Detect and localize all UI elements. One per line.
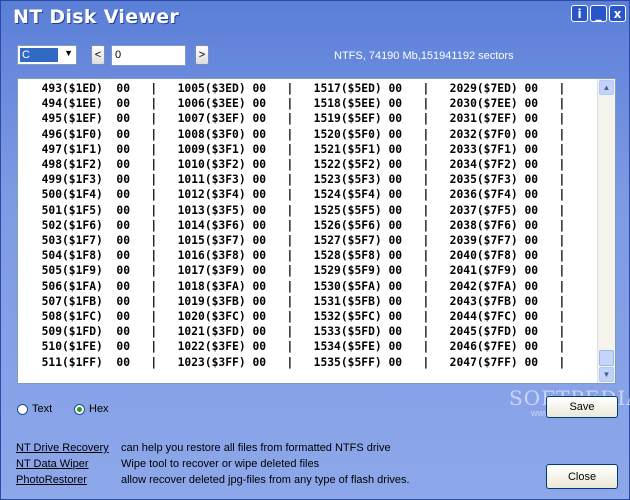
hex-row: 496($1F0) 00 | 1008($3F0) 00 | 1520($5F0… xyxy=(41,127,566,141)
hex-row: 505($1F9) 00 | 1017($3F9) 00 | 1529($5F9… xyxy=(41,264,566,278)
app-window: NT Disk Viewer i _ x C ▼ < 0 > NTFS, 741… xyxy=(0,0,630,500)
disk-info-text: NTFS, 74190 Mb,151941192 sectors xyxy=(334,50,514,62)
hex-row: 508($1FC) 00 | 1020($3FC) 00 | 1532($5FC… xyxy=(41,310,566,324)
text-mode-label: Text xyxy=(32,403,53,415)
scroll-thumb[interactable] xyxy=(599,350,614,366)
hex-row: 504($1F8) 00 | 1016($3F8) 00 | 1528($5F8… xyxy=(41,249,566,263)
text-mode-radio[interactable]: Text xyxy=(17,403,52,415)
link-photorestorer[interactable]: PhotoRestorer xyxy=(16,474,87,486)
hex-mode-label: Hex xyxy=(89,403,109,415)
hex-row: 495($1EF) 00 | 1007($3EF) 00 | 1519($5EF… xyxy=(41,112,566,126)
link-desc-nt-data-wiper: Wipe tool to recover or wipe deleted fil… xyxy=(121,458,320,470)
link-desc-photorestorer: allow recover deleted jpg-files from any… xyxy=(121,474,410,486)
scroll-up-icon[interactable]: ▲ xyxy=(599,80,614,95)
close-button[interactable]: Close xyxy=(546,464,618,489)
hex-viewer[interactable]: 493($1ED) 00 | 1005($3ED) 00 | 1517($5ED… xyxy=(17,78,616,384)
hex-row: 498($1F2) 00 | 1010($3F2) 00 | 1522($5F2… xyxy=(41,158,566,172)
vertical-scrollbar[interactable]: ▲ ▼ xyxy=(597,79,615,383)
hex-row: 511($1FF) 00 | 1023($3FF) 00 | 1535($5FF… xyxy=(28,355,566,369)
info-button[interactable]: i xyxy=(571,5,588,22)
link-nt-data-wiper[interactable]: NT Data Wiper xyxy=(16,458,89,470)
hex-row: 497($1F1) 00 | 1009($3F1) 00 | 1521($5F1… xyxy=(41,142,566,156)
radio-circle-icon xyxy=(17,403,28,415)
hex-row: 493($1ED) 00 | 1005($3ED) 00 | 1517($5ED… xyxy=(41,82,566,95)
hex-row: 499($1F3) 00 | 1011($3F3) 00 | 1523($5F3… xyxy=(41,173,566,187)
chevron-down-icon: ▼ xyxy=(64,48,73,58)
link-nt-drive-recovery[interactable]: NT Drive Recovery xyxy=(16,442,109,454)
window-title: NT Disk Viewer xyxy=(13,6,180,28)
radio-selected-icon xyxy=(74,403,85,415)
sector-input[interactable]: 0 xyxy=(111,45,186,66)
hex-row: 507($1FB) 00 | 1019($3FB) 00 | 1531($5FB… xyxy=(41,294,566,308)
hex-dump: 493($1ED) 00 | 1005($3ED) 00 | 1517($5ED… xyxy=(28,81,566,370)
hex-row: 500($1F4) 00 | 1012($3F4) 00 | 1524($5F4… xyxy=(41,188,566,202)
hex-row: 494($1EE) 00 | 1006($3EE) 00 | 1518($5EE… xyxy=(41,97,566,111)
hex-mode-radio[interactable]: Hex xyxy=(74,403,109,415)
prev-sector-button[interactable]: < xyxy=(91,45,105,65)
minimize-icon: _ xyxy=(595,6,602,21)
drive-select-value: C xyxy=(20,48,58,62)
hex-row: 503($1F7) 00 | 1015($3F7) 00 | 1527($5F7… xyxy=(41,234,566,248)
info-icon: i xyxy=(577,6,582,21)
hex-row: 506($1FA) 00 | 1018($3FA) 00 | 1530($5FA… xyxy=(41,279,566,293)
save-button[interactable]: Save xyxy=(546,396,618,418)
hex-row: 509($1FD) 00 | 1021($3FD) 00 | 1533($5FD… xyxy=(41,325,566,339)
minimize-button[interactable]: _ xyxy=(590,5,607,22)
link-desc-nt-drive-recovery: can help you restore all files from form… xyxy=(121,442,391,454)
hex-row: 502($1F6) 00 | 1014($3F6) 00 | 1526($5F6… xyxy=(41,218,566,232)
hex-row: 510($1FE) 00 | 1022($3FE) 00 | 1534($5FE… xyxy=(41,340,566,354)
close-icon: x xyxy=(613,6,622,21)
hex-row: 501($1F5) 00 | 1013($3F5) 00 | 1525($5F5… xyxy=(41,203,566,217)
scroll-down-icon[interactable]: ▼ xyxy=(599,367,614,382)
next-sector-button[interactable]: > xyxy=(195,45,209,65)
drive-select[interactable]: C ▼ xyxy=(17,45,77,65)
close-window-button[interactable]: x xyxy=(609,5,626,22)
